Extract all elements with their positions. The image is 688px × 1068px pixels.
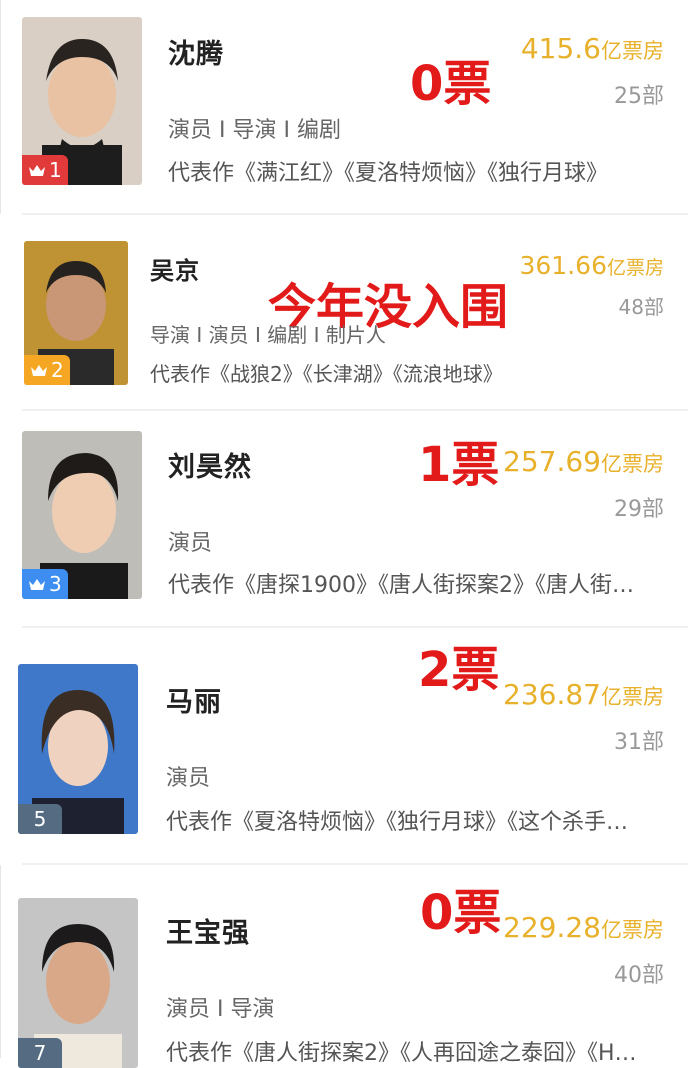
box-office: 229.28亿票房 (503, 911, 664, 944)
vote-annotation: 2票 (418, 642, 500, 698)
rank-number: 7 (33, 1041, 47, 1065)
person-name[interactable]: 王宝强 (166, 911, 250, 950)
person-card-4[interactable]: 5 马丽 2票 236.87亿票房 31部 演员 代表作《夏洛特烦恼》《独行月球… (0, 628, 688, 863)
representative-works: 代表作《唐探1900》《唐人街探案2》《唐人街… (168, 573, 634, 598)
avatar: 5 (18, 664, 138, 834)
avatar: 3 (22, 431, 142, 599)
roles: 演员 I 导演 I 编剧 (168, 118, 341, 143)
rank-badge: 2 (24, 355, 70, 385)
person-name[interactable]: 沈腾 (168, 32, 224, 71)
rank-number: 5 (33, 807, 47, 831)
representative-works: 代表作《满江红》《夏洛特烦恼》《独行月球》 (168, 161, 609, 186)
rank-badge: 5 (18, 804, 62, 834)
representative-works: 代表作《唐人街探案2》《人再囧途之泰囧》《H… (166, 1041, 637, 1066)
crown-icon (28, 577, 46, 591)
box-office-unit: 亿票房 (601, 918, 664, 942)
film-count: 40部 (614, 963, 664, 988)
person-card-3[interactable]: 3 刘昊然 1票 257.69亿票房 29部 演员 代表作《唐探1900》《唐人… (0, 411, 688, 626)
rank-badge: 1 (22, 155, 68, 185)
rank-number: 1 (49, 158, 62, 182)
rank-badge: 7 (18, 1038, 62, 1068)
film-count: 31部 (614, 730, 664, 755)
avatar: 7 (18, 898, 138, 1068)
rank-number: 2 (51, 358, 64, 382)
person-name[interactable]: 吴京 (150, 251, 200, 286)
person-card-2[interactable]: 2 吴京 今年没入围 361.66亿票房 48部 导演 I 演员 I 编剧 I … (0, 215, 688, 410)
roles: 演员 (166, 766, 211, 791)
roles: 导演 I 演员 I 编剧 I 制片人 (150, 323, 386, 347)
avatar: 1 (22, 17, 142, 185)
rank-badge: 3 (22, 569, 68, 599)
roles: 演员 (168, 531, 213, 556)
box-office: 361.66亿票房 (520, 251, 665, 280)
box-office: 415.6亿票房 (521, 32, 664, 65)
rank-number: 3 (49, 572, 62, 596)
box-office: 257.69亿票房 (503, 445, 664, 478)
representative-works: 代表作《夏洛特烦恼》《独行月球》《这个杀手… (166, 810, 629, 835)
roles: 演员 I 导演 (166, 997, 275, 1022)
representative-works: 代表作《战狼2》《长津湖》《流浪地球》 (150, 362, 503, 386)
vote-annotation: 1票 (418, 437, 500, 493)
box-office-unit: 亿票房 (606, 257, 664, 279)
box-office: 236.87亿票房 (503, 678, 664, 711)
film-count: 29部 (614, 497, 664, 522)
box-office-unit: 亿票房 (601, 452, 664, 476)
person-name[interactable]: 刘昊然 (168, 445, 252, 484)
crown-icon (28, 163, 46, 177)
box-office-value: 361.66 (519, 251, 607, 280)
vote-annotation: 0票 (410, 56, 492, 112)
left-edge-line (0, 0, 1, 214)
person-card-1[interactable]: 1 沈腾 0票 415.6亿票房 25部 演员 I 导演 I 编剧 代表作《满江… (0, 0, 688, 214)
crown-icon (30, 363, 48, 377)
box-office-value: 236.87 (503, 678, 601, 711)
film-count: 48部 (618, 295, 664, 319)
person-name[interactable]: 马丽 (166, 680, 222, 719)
box-office-value: 229.28 (503, 911, 601, 944)
vote-annotation: 0票 (420, 885, 502, 941)
box-office-value: 257.69 (503, 445, 601, 478)
avatar: 2 (24, 241, 128, 385)
left-edge-line (0, 865, 1, 1058)
box-office-unit: 亿票房 (601, 685, 664, 709)
film-count: 25部 (614, 84, 664, 109)
box-office-unit: 亿票房 (601, 39, 664, 63)
person-card-5[interactable]: 7 王宝强 0票 229.28亿票房 40部 演员 I 导演 代表作《唐人街探案… (0, 865, 688, 1068)
box-office-value: 415.6 (520, 32, 601, 65)
